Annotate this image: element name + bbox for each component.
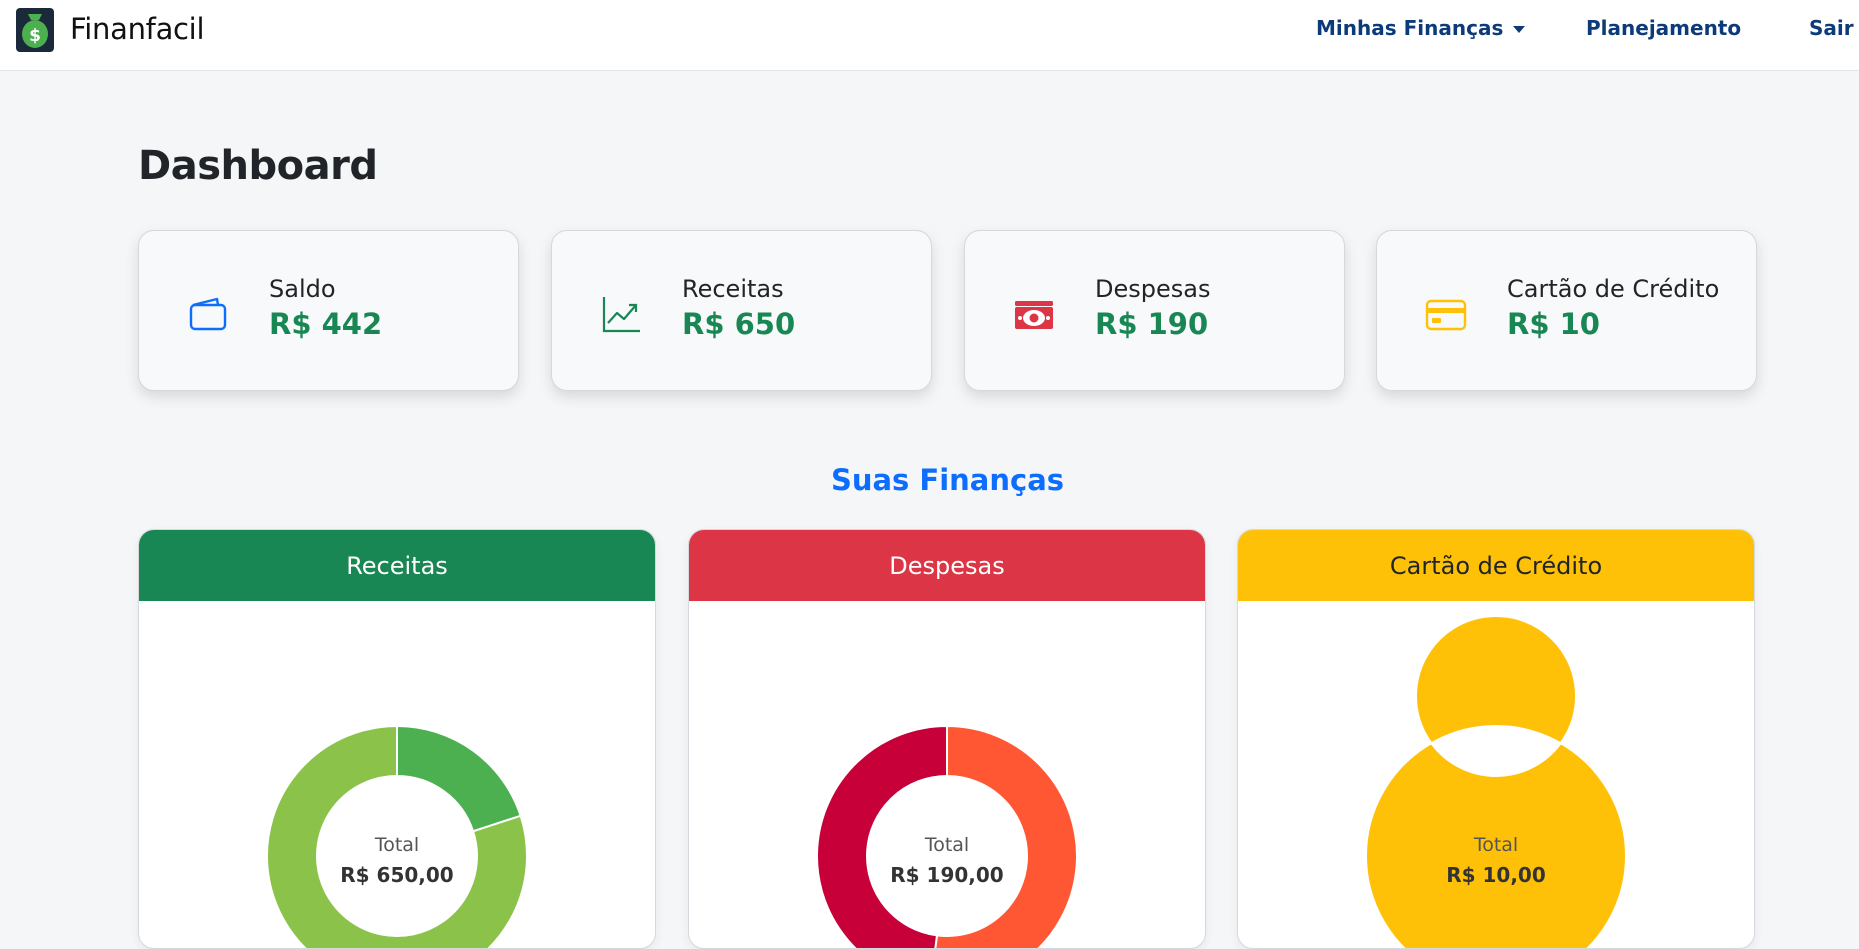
stat-value: R$ 442 (269, 307, 383, 341)
chart-card-header: Despesas (689, 530, 1205, 601)
svg-text:$: $ (29, 26, 41, 46)
stat-label: Cartão de Crédito (1507, 275, 1720, 303)
brand-name: Finanfacil (70, 12, 205, 46)
donut-slice-0[interactable] (1365, 615, 1627, 949)
nav-minhas-financas-dropdown[interactable]: Minhas Finanças (1316, 16, 1526, 40)
page-title: Dashboard (138, 143, 378, 189)
nav-planejamento-link[interactable]: Planejamento (1586, 16, 1741, 40)
stat-card-despesas: Despesas R$ 190 (964, 230, 1345, 391)
donut-total-value: R$ 10,00 (1446, 863, 1546, 887)
credit-card-icon (1425, 299, 1467, 331)
top-navbar: $ Finanfacil Minhas Finanças Planejament… (0, 0, 1859, 71)
stat-label: Saldo (269, 275, 336, 303)
donut-total-value: R$ 650,00 (340, 863, 454, 887)
donut-slice-0[interactable] (396, 724, 522, 833)
stat-card-receitas: Receitas R$ 650 (551, 230, 932, 391)
chart-card-title: Cartão de Crédito (1389, 551, 1603, 580)
money-bag-logo-icon: $ (16, 8, 54, 52)
caret-down-icon (1513, 25, 1526, 33)
brand[interactable]: $ Finanfacil (16, 4, 205, 54)
stat-value: R$ 10 (1507, 307, 1600, 341)
chart-card-cartao-credito: Cartão de Crédito Total R$ 10,00 (1237, 529, 1755, 949)
nav-sair-link[interactable]: Sair (1809, 16, 1854, 40)
stat-card-saldo: Saldo R$ 442 (138, 230, 519, 391)
donut-total-label: Total (1473, 834, 1519, 856)
section-title: Suas Finanças (830, 463, 1065, 497)
stat-value: R$ 190 (1095, 307, 1209, 341)
chart-card-title: Receitas (346, 551, 448, 580)
stat-value: R$ 650 (682, 307, 796, 341)
nav-minhas-financas-label: Minhas Finanças (1316, 16, 1504, 40)
chart-card-header: Receitas (139, 530, 655, 601)
cash-icon (1015, 301, 1053, 329)
chart-card-receitas: Receitas Total R$ 650,00 (138, 529, 656, 949)
chart-card-header: Cartão de Crédito (1238, 530, 1754, 601)
stat-card-cartao-credito: Cartão de Crédito R$ 10 (1376, 230, 1757, 391)
stat-label: Despesas (1095, 275, 1211, 303)
donut-total-label: Total (924, 834, 970, 856)
chart-card-title: Despesas (889, 551, 1005, 580)
wallet-icon (189, 297, 227, 331)
donut-total-label: Total (374, 834, 420, 856)
stat-label: Receitas (682, 275, 784, 303)
donut-total-value: R$ 190,00 (890, 863, 1004, 887)
chart-card-despesas: Despesas Total R$ 190,00 (688, 529, 1206, 949)
graph-up-icon (602, 297, 640, 333)
